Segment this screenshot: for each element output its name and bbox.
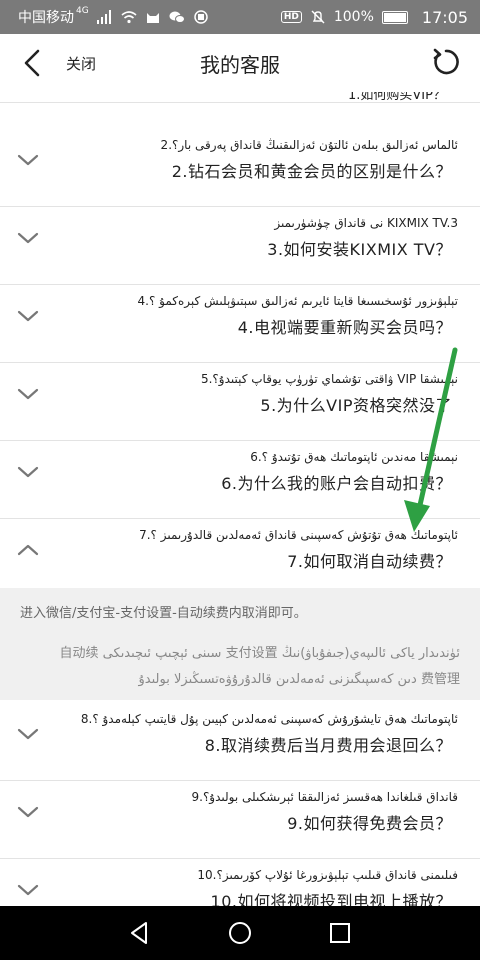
- chevron-down-icon: [17, 310, 39, 322]
- faq-question-cn: 5.为什么VIP资格突然没了: [260, 396, 452, 415]
- faq-question-cn: 4.电视端要重新购买会员吗？: [237, 318, 452, 337]
- chevron-down-icon: [17, 154, 39, 166]
- status-bar: 中国移动 4G HD 100% 17:05: [0, 0, 480, 34]
- refresh-icon[interactable]: [430, 46, 462, 78]
- faq-item-7-expanded[interactable]: ئاپتوماتىك ھەق تۇتۇش كەسپىنى قانداق ئەمە…: [0, 520, 480, 596]
- back-arrow-icon[interactable]: [18, 48, 48, 78]
- mute-icon: [311, 10, 325, 24]
- system-nav-bar: [0, 906, 480, 960]
- faq-question-ug: ئالماس ئەزالىق بىلەن ئالتۇن ئەزالىقنىڭ ق…: [160, 138, 458, 152]
- answer-text-ug-line2: 费管理 دىن كەسپىگىزنى ئەمەلدىن قالدۇرۇۋەتسى…: [138, 672, 460, 687]
- header: 关闭 我的客服: [0, 34, 480, 92]
- app-notification-icon: [193, 10, 208, 24]
- faq-question-cn: 8.取消续费后当月费用会退回么？: [204, 736, 452, 755]
- carrier-label: 中国移动: [18, 10, 74, 26]
- wechat-icon: [169, 11, 185, 23]
- faq-question-ug: فىلىمنى قانداق قىلىپ تېلېۋىزورغا ئۇلاپ ك…: [197, 868, 458, 882]
- chevron-down-icon: [17, 466, 39, 478]
- faq-question-ug: نېمىشقا VIP ۋاقتى تۇشماي تۈرۈپ يوقاپ كېت…: [200, 372, 458, 386]
- faq-item-10[interactable]: فىلىمنى قانداق قىلىپ تېلېۋىزورغا ئۇلاپ ك…: [0, 860, 480, 906]
- faq-item-8[interactable]: ئاپتوماتىك ھەق تايشۇرۇش كەسپىنى ئەمەلدىن…: [0, 704, 480, 780]
- divider: [0, 284, 480, 285]
- battery-icon: [381, 10, 408, 24]
- faq-item-3[interactable]: KIXMIX TV.3 نى قانداق چۈشۈرىمىز 3.如何安装KI…: [0, 208, 480, 284]
- clock: 17:05: [421, 7, 468, 27]
- battery-percent: 100%: [333, 9, 374, 25]
- faq-question-ug: قانداق قىلغاندا ھەقسىز ئەزالىققا ئېرىشكى…: [191, 790, 458, 804]
- faq-question-cn: 6.为什么我的账户会自动扣费？: [221, 474, 452, 493]
- faq-item-partial[interactable]: 1.如何购买VIP？: [0, 92, 480, 102]
- chevron-up-icon: [17, 544, 39, 556]
- faq-item-9[interactable]: قانداق قىلغاندا ھەقسىز ئەزالىققا ئېرىشكى…: [0, 782, 480, 858]
- faq-question-ug: KIXMIX TV.3 نى قانداق چۈشۈرىمىز: [274, 216, 458, 230]
- chevron-down-icon: [17, 232, 39, 244]
- faq-item-6[interactable]: نېمىشقا مەندىن ئاپتوماتىك ھەق تۇتىدۇ ؟.6…: [0, 442, 480, 518]
- nav-home-icon[interactable]: [226, 919, 254, 947]
- signal-icon: [96, 10, 111, 24]
- faq-question-cn: 7.如何取消自动续费？: [287, 552, 452, 571]
- answer-text-ug-line1: ئۈندىدار ياكى ئالىپەي(جىفۇباۋ)نىڭ 支付设置 س…: [59, 646, 460, 661]
- chevron-down-icon: [17, 728, 39, 740]
- divider: [0, 518, 480, 519]
- faq-question: 1.如何购买VIP？: [348, 92, 446, 102]
- faq-answer-panel: 进入微信/支付宝-支付设置-自动续费内取消即可。 ئۈندىدار ياكى ئ…: [0, 588, 480, 700]
- faq-question-cn: 3.如何安装KIXMIX TV？: [267, 240, 452, 259]
- faq-list[interactable]: 1.如何购买VIP？ ئالماس ئەزالىق بىلەن ئالتۇن ئ…: [0, 92, 480, 906]
- divider: [0, 206, 480, 207]
- faq-question-ug: ئاپتوماتىك ھەق تۇتۇش كەسپىنى قانداق ئەمە…: [139, 528, 458, 542]
- divider: [0, 858, 480, 859]
- wifi-icon: [121, 11, 137, 24]
- chevron-down-icon: [17, 388, 39, 400]
- divider: [0, 362, 480, 363]
- cat-icon: [146, 13, 159, 23]
- faq-question-cn: 10.如何将视频投到电视上播放？: [210, 892, 452, 906]
- faq-item-2[interactable]: ئالماس ئەزالىق بىلەن ئالتۇن ئەزالىقنىڭ ق…: [0, 130, 480, 206]
- hd-badge: HD: [280, 11, 302, 23]
- divider: [0, 102, 480, 103]
- nav-recents-icon[interactable]: [326, 919, 354, 947]
- faq-item-4[interactable]: تېلېۋىزور ئۇسخىسىغا قايتا ئايرىم ئەزالىق…: [0, 286, 480, 362]
- faq-question-ug: تېلېۋىزور ئۇسخىسىغا قايتا ئايرىم ئەزالىق…: [137, 294, 458, 308]
- faq-question-ug: ئاپتوماتىك ھەق تايشۇرۇش كەسپىنى ئەمەلدىن…: [80, 712, 458, 726]
- faq-item-5[interactable]: نېمىشقا VIP ۋاقتى تۇشماي تۈرۈپ يوقاپ كېت…: [0, 364, 480, 440]
- faq-question-cn: 9.如何获得免费会员？: [287, 814, 452, 833]
- nav-back-icon[interactable]: [126, 919, 154, 947]
- faq-question-ug: نېمىشقا مەندىن ئاپتوماتىك ھەق تۇتىدۇ ؟.6: [250, 450, 458, 464]
- answer-text-cn: 进入微信/支付宝-支付设置-自动续费内取消即可。: [20, 606, 307, 621]
- divider: [0, 440, 480, 441]
- divider: [0, 780, 480, 781]
- chevron-down-icon: [17, 884, 39, 896]
- network-type: 4G: [76, 6, 89, 16]
- chevron-down-icon: [17, 806, 39, 818]
- close-button[interactable]: 关闭: [66, 53, 96, 74]
- faq-question-cn: 2.钻石会员和黄金会员的区别是什么？: [171, 162, 452, 181]
